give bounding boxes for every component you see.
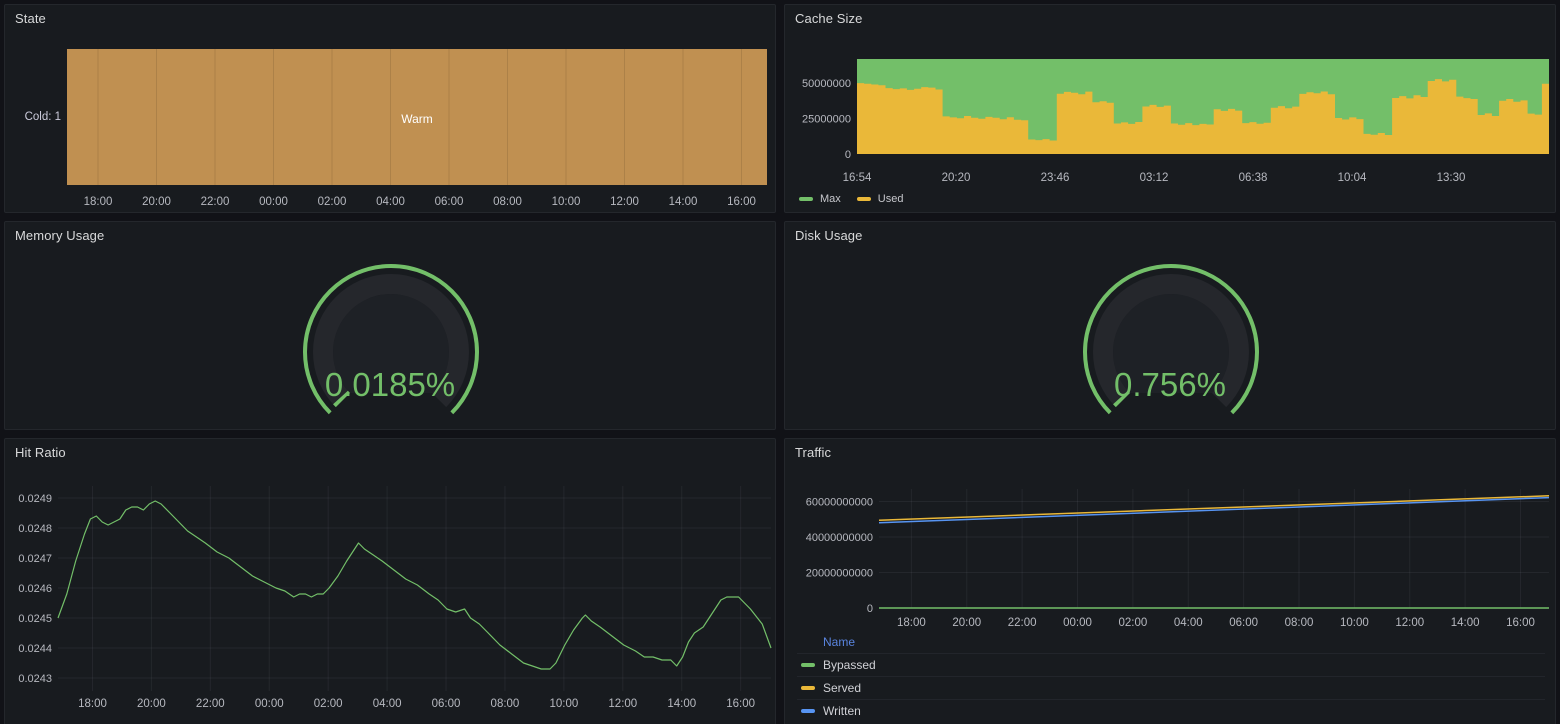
- grafana-dashboard: State 18:0020:0022:0000:0002:0004:0006:0…: [0, 0, 1560, 724]
- traffic-line-chart[interactable]: 0 20000000000 40000000000 60000000000 18:00 2…: [785, 439, 1555, 633]
- state-value-label: Warm: [67, 112, 767, 126]
- legend-item-written[interactable]: Written: [797, 699, 1545, 722]
- svg-text:22:00: 22:00: [1008, 617, 1037, 629]
- svg-text:22:00: 22:00: [196, 698, 225, 710]
- memory-usage-value: 0.0185%: [5, 368, 775, 401]
- legend-label: Written: [823, 704, 861, 718]
- svg-text:22:00: 22:00: [201, 196, 230, 208]
- svg-text:25000000: 25000000: [802, 114, 851, 126]
- svg-text:20:00: 20:00: [137, 698, 166, 710]
- svg-text:20:00: 20:00: [142, 196, 171, 208]
- svg-text:08:00: 08:00: [491, 698, 520, 710]
- legend-label: Used: [878, 193, 904, 205]
- svg-text:16:00: 16:00: [726, 698, 755, 710]
- svg-text:00:00: 00:00: [255, 698, 284, 710]
- svg-text:00:00: 00:00: [259, 196, 288, 208]
- svg-text:20:00: 20:00: [952, 617, 981, 629]
- svg-text:0: 0: [867, 603, 873, 615]
- svg-text:0: 0: [845, 149, 851, 161]
- svg-text:0.0245: 0.0245: [18, 613, 52, 625]
- svg-text:02:00: 02:00: [318, 196, 347, 208]
- svg-text:06:00: 06:00: [1229, 617, 1258, 629]
- svg-text:06:38: 06:38: [1239, 172, 1268, 184]
- traffic-legend-header[interactable]: Name: [797, 633, 1545, 653]
- legend-item-max[interactable]: Max: [799, 193, 841, 205]
- svg-text:20:20: 20:20: [942, 172, 971, 184]
- svg-text:13:30: 13:30: [1437, 172, 1466, 184]
- disk-usage-value: 0.756%: [785, 368, 1555, 401]
- svg-text:10:04: 10:04: [1338, 172, 1367, 184]
- svg-text:18:00: 18:00: [897, 617, 926, 629]
- svg-text:02:00: 02:00: [314, 698, 343, 710]
- svg-text:16:54: 16:54: [843, 172, 872, 184]
- panel-cache-size: Cache Size 0250000005000000016:5420:2023…: [784, 4, 1556, 213]
- svg-text:0.0249: 0.0249: [18, 493, 52, 505]
- svg-text:0.0246: 0.0246: [18, 583, 52, 595]
- legend-swatch-served: [801, 686, 815, 690]
- svg-text:04:00: 04:00: [373, 698, 402, 710]
- panel-state: State 18:0020:0022:0000:0002:0004:0006:0…: [4, 4, 776, 213]
- legend-label: Max: [820, 193, 841, 205]
- legend-label: Served: [823, 681, 861, 695]
- svg-text:20000000000: 20000000000: [806, 568, 873, 580]
- panel-hit-ratio: Hit Ratio 0.02430.02440.02450.02460.0247…: [4, 438, 776, 724]
- svg-text:0.0248: 0.0248: [18, 523, 52, 535]
- svg-text:02:00: 02:00: [1118, 617, 1147, 629]
- panel-disk-usage: Disk Usage 0.756%: [784, 221, 1556, 430]
- legend-item-used[interactable]: Used: [857, 193, 904, 205]
- svg-text:10:00: 10:00: [552, 196, 581, 208]
- svg-text:0.0244: 0.0244: [18, 643, 52, 655]
- cache-size-legend: Max Used: [799, 193, 903, 205]
- svg-text:16:00: 16:00: [727, 196, 756, 208]
- legend-label: Bypassed: [823, 658, 876, 672]
- svg-text:16:00: 16:00: [1506, 617, 1535, 629]
- svg-text:18:00: 18:00: [84, 196, 113, 208]
- svg-text:04:00: 04:00: [376, 196, 405, 208]
- svg-text:06:00: 06:00: [435, 196, 464, 208]
- svg-text:08:00: 08:00: [493, 196, 522, 208]
- svg-text:0.0243: 0.0243: [18, 673, 52, 685]
- hit-ratio-line-chart[interactable]: 0.0243 0.0244 0.0245 0.0246 0.0247 0.0248 0.02…: [5, 439, 775, 723]
- svg-text:10:00: 10:00: [1340, 617, 1369, 629]
- svg-text:10:00: 10:00: [549, 698, 578, 710]
- svg-text:14:00: 14:00: [669, 196, 698, 208]
- legend-item-served[interactable]: Served: [797, 676, 1545, 699]
- traffic-legend-table: Name Bypassed Served Written: [797, 633, 1545, 722]
- svg-text:04:00: 04:00: [1174, 617, 1203, 629]
- svg-text:0.0247: 0.0247: [18, 553, 52, 565]
- svg-text:18:00: 18:00: [78, 698, 107, 710]
- state-row-label: Cold: 1: [5, 111, 61, 123]
- cache-size-area-chart[interactable]: 0 25000000 50000000 16:54 20:20 23:46 03:12 06:…: [785, 5, 1555, 212]
- svg-text:12:00: 12:00: [608, 698, 637, 710]
- svg-text:12:00: 12:00: [1395, 617, 1424, 629]
- legend-swatch-written: [801, 709, 815, 713]
- svg-text:14:00: 14:00: [667, 698, 696, 710]
- svg-text:23:46: 23:46: [1041, 172, 1070, 184]
- svg-text:06:00: 06:00: [432, 698, 461, 710]
- state-timeline-chart[interactable]: 18:00 20:00 22:00 00:00 02:00 04:00 06:00 08:00…: [5, 5, 775, 212]
- svg-text:60000000000: 60000000000: [806, 497, 873, 509]
- svg-text:14:00: 14:00: [1451, 617, 1480, 629]
- svg-text:50000000: 50000000: [802, 78, 851, 90]
- svg-text:03:12: 03:12: [1140, 172, 1169, 184]
- panel-traffic: Traffic 02000000000040000000000600000000…: [784, 438, 1556, 724]
- svg-text:40000000000: 40000000000: [806, 532, 873, 544]
- legend-swatch-used: [857, 197, 871, 201]
- legend-swatch-max: [799, 197, 813, 201]
- svg-text:00:00: 00:00: [1063, 617, 1092, 629]
- panel-memory-usage: Memory Usage 0.0185%: [4, 221, 776, 430]
- legend-swatch-bypassed: [801, 663, 815, 667]
- svg-text:08:00: 08:00: [1285, 617, 1314, 629]
- legend-item-bypassed[interactable]: Bypassed: [797, 653, 1545, 676]
- svg-text:12:00: 12:00: [610, 196, 639, 208]
